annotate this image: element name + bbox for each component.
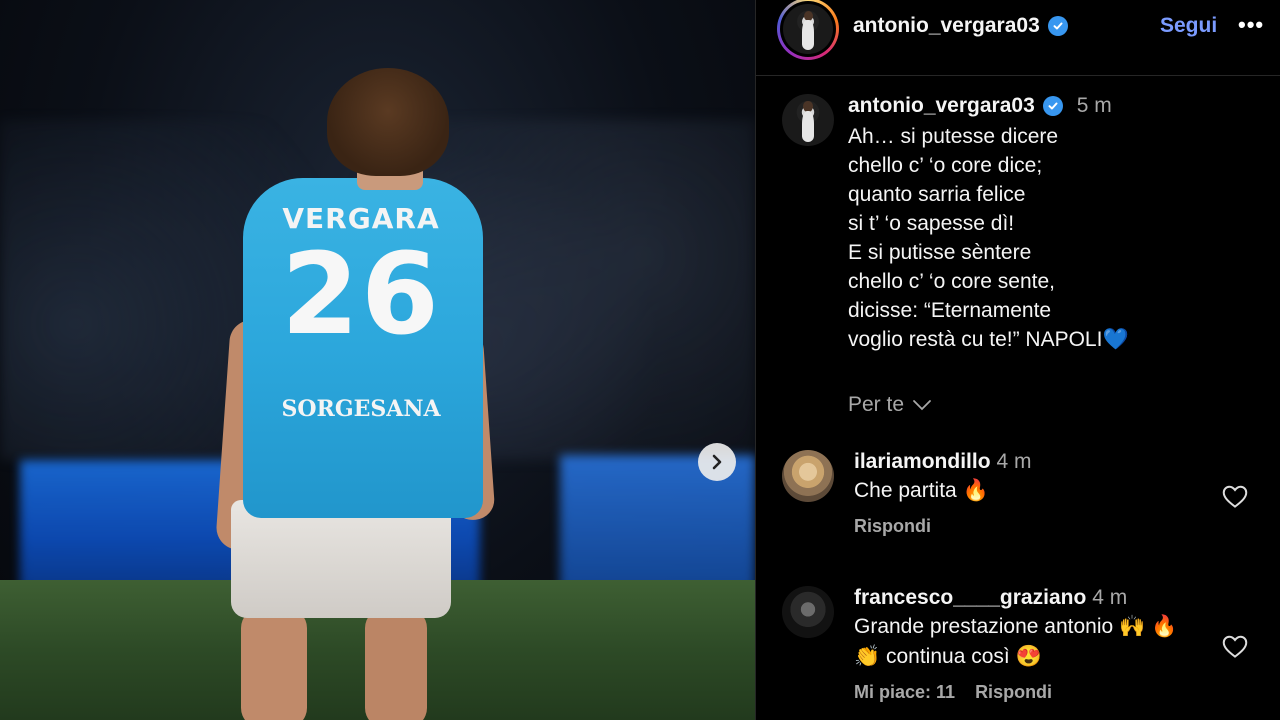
heart-icon[interactable]	[1220, 631, 1250, 661]
blue-heart-emoji: 💙	[1102, 328, 1129, 351]
comment-text: Grande prestazione antonio 🙌 🔥 👏 continu…	[854, 615, 1178, 668]
comment-username[interactable]: ilariamondillo	[854, 450, 991, 473]
caption-line: dicisse: “Eternamente	[848, 299, 1052, 322]
comment: francesco____graziano 4 m Grande prestazi…	[782, 586, 1262, 720]
caption-line: quanto sarria felice	[848, 183, 1026, 206]
comment-time: 4 m	[996, 450, 1032, 473]
more-options-icon[interactable]: •••	[1238, 12, 1264, 38]
follow-button[interactable]: Segui	[1160, 14, 1217, 38]
caption-username[interactable]: antonio_vergara03	[848, 94, 1035, 118]
player-right-leg	[365, 608, 427, 720]
header-username[interactable]: antonio_vergara03	[853, 14, 1068, 38]
comment-avatar[interactable]	[782, 586, 834, 638]
caption-line: si t’ ‘o sapesse dì!	[848, 212, 1015, 235]
reply-button[interactable]: Rispondi	[854, 516, 931, 537]
jersey-number: 26	[281, 230, 441, 360]
caption-line: chello c’ ‘o core sente,	[848, 270, 1055, 293]
avatar[interactable]	[783, 4, 833, 54]
verified-badge-icon	[1042, 96, 1063, 116]
likes-count[interactable]: Mi piace: 11	[854, 682, 955, 703]
post-header: antonio_vergara03 Segui •••	[756, 0, 1280, 76]
comment-time: 4 m	[1092, 586, 1128, 609]
player-left-leg	[241, 608, 307, 720]
post-photo[interactable]: VERGARA 26 SORGESANA	[0, 0, 755, 720]
comment-text: Che partita 🔥	[854, 479, 989, 502]
verified-badge-icon	[1047, 16, 1068, 36]
player-figure: VERGARA 26 SORGESANA	[215, 60, 515, 720]
per-te-dropdown[interactable]: Per te	[848, 393, 932, 417]
chevron-down-icon	[913, 400, 931, 411]
caption-line: E si putisse sèntere	[848, 241, 1032, 264]
comment: ilariamondillo 4 m Che partita 🔥 Rispondi	[782, 450, 1262, 560]
caption-avatar[interactable]	[782, 94, 834, 146]
reply-button[interactable]: Rispondi	[975, 682, 1052, 703]
next-photo-button[interactable]	[698, 443, 736, 481]
chevron-right-icon	[712, 454, 722, 470]
story-ring[interactable]	[777, 0, 839, 60]
comment-avatar[interactable]	[782, 450, 834, 502]
comment-username[interactable]: francesco____graziano	[854, 586, 1086, 609]
caption-line-last: voglio restà cu te!” NAPOLI💙	[848, 325, 1258, 354]
player-hair	[327, 68, 449, 176]
heart-icon[interactable]	[1220, 481, 1250, 511]
caption-line: chello c’ ‘o core dice;	[848, 154, 1043, 177]
per-te-label: Per te	[848, 393, 905, 416]
header-username-text[interactable]: antonio_vergara03	[853, 14, 1040, 38]
caption-line-text: voglio restà cu te!” NAPOLI	[848, 328, 1103, 351]
caption-time: 5 m	[1076, 94, 1112, 117]
post-side-panel: antonio_vergara03 Segui ••• antonio_verg…	[755, 0, 1280, 720]
jersey-sponsor: SORGESANA	[281, 396, 441, 422]
caption-line: Ah… si putesse dicere	[848, 125, 1059, 148]
caption-text: Ah… si putesse dicere chello c’ ‘o core …	[848, 122, 1258, 354]
